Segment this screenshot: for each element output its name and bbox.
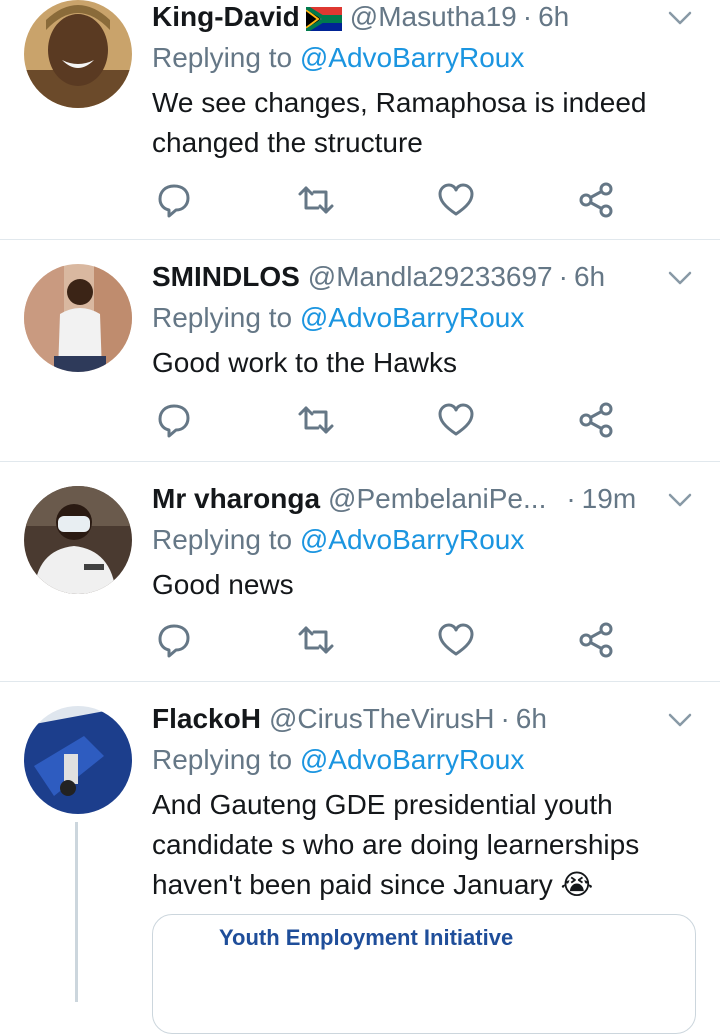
handle[interactable]: @Masutha19 bbox=[350, 0, 517, 34]
separator-dot: · bbox=[566, 483, 576, 514]
share-icon[interactable] bbox=[576, 620, 616, 660]
timestamp[interactable]: 6h bbox=[516, 702, 547, 736]
link-card[interactable]: Youth Employment Initiative bbox=[152, 914, 696, 1034]
chevron-down-icon[interactable] bbox=[666, 264, 694, 292]
tweet-text: And Gauteng GDE presidential youth candi… bbox=[152, 785, 680, 905]
heart-icon[interactable] bbox=[436, 620, 476, 660]
replying-to: Replying to @AdvoBarryRoux bbox=[152, 41, 524, 75]
chevron-down-icon[interactable] bbox=[666, 4, 694, 32]
heart-icon[interactable] bbox=[436, 400, 476, 440]
display-name[interactable]: FlackoH bbox=[152, 702, 261, 736]
avatar[interactable] bbox=[24, 706, 132, 814]
share-icon[interactable] bbox=[576, 180, 616, 220]
tweet[interactable]: King-David @Masutha19 · 6h Replying to @… bbox=[0, 0, 720, 240]
avatar[interactable] bbox=[24, 264, 132, 372]
south-africa-flag-icon bbox=[304, 5, 344, 33]
mention-link[interactable]: @AdvoBarryRoux bbox=[300, 302, 525, 333]
handle[interactable]: @Mandla29233697 bbox=[308, 260, 553, 294]
mention-link[interactable]: @AdvoBarryRoux bbox=[300, 42, 525, 73]
mention-link[interactable]: @AdvoBarryRoux bbox=[300, 524, 525, 555]
separator-dot: · bbox=[522, 1, 533, 32]
timestamp[interactable]: 6h bbox=[574, 260, 605, 294]
crying-face-emoji: 😭 bbox=[560, 869, 594, 900]
tweet-text: Good news bbox=[152, 569, 294, 600]
reply-icon[interactable] bbox=[154, 400, 194, 440]
mention-link[interactable]: @AdvoBarryRoux bbox=[300, 744, 525, 775]
retweet-icon[interactable] bbox=[296, 620, 336, 660]
separator-dot: · bbox=[558, 261, 568, 292]
tweet-text: Good work to the Hawks bbox=[152, 347, 458, 378]
avatar[interactable] bbox=[24, 0, 132, 108]
avatar[interactable] bbox=[24, 486, 132, 594]
replying-to: Replying to @AdvoBarryRoux bbox=[152, 523, 524, 557]
tweet[interactable]: Mr vharonga @PembelaniPe... · 19m Replyi… bbox=[0, 462, 720, 682]
reply-icon[interactable] bbox=[154, 180, 194, 220]
replying-prefix: Replying to bbox=[152, 42, 300, 73]
separator-dot: · bbox=[500, 703, 510, 734]
heart-icon[interactable] bbox=[436, 180, 476, 220]
retweet-icon[interactable] bbox=[296, 180, 336, 220]
chevron-down-icon[interactable] bbox=[666, 706, 694, 734]
share-icon[interactable] bbox=[576, 400, 616, 440]
thread-connector bbox=[75, 822, 78, 1002]
card-title: Youth Employment Initiative bbox=[219, 925, 514, 950]
handle[interactable]: @PembelaniPe... bbox=[328, 482, 546, 516]
retweet-icon[interactable] bbox=[296, 400, 336, 440]
timestamp[interactable]: 6h bbox=[538, 0, 569, 34]
timestamp[interactable]: 19m bbox=[582, 482, 636, 516]
replying-prefix: Replying to bbox=[152, 744, 300, 775]
tweet-text: We see changes, Ramaphosa is indeed chan… bbox=[152, 87, 647, 158]
display-name[interactable]: Mr vharonga bbox=[152, 482, 320, 516]
tweet[interactable]: SMINDLOS @Mandla29233697 · 6h Replying t… bbox=[0, 240, 720, 462]
replying-to: Replying to @AdvoBarryRoux bbox=[152, 301, 524, 335]
display-name[interactable]: King-David bbox=[152, 0, 300, 34]
handle[interactable]: @CirusTheVirusH bbox=[269, 702, 495, 736]
replying-prefix: Replying to bbox=[152, 302, 300, 333]
display-name[interactable]: SMINDLOS bbox=[152, 260, 300, 294]
chevron-down-icon[interactable] bbox=[666, 486, 694, 514]
replying-prefix: Replying to bbox=[152, 524, 300, 555]
reply-icon[interactable] bbox=[154, 620, 194, 660]
replying-to: Replying to @AdvoBarryRoux bbox=[152, 743, 524, 777]
